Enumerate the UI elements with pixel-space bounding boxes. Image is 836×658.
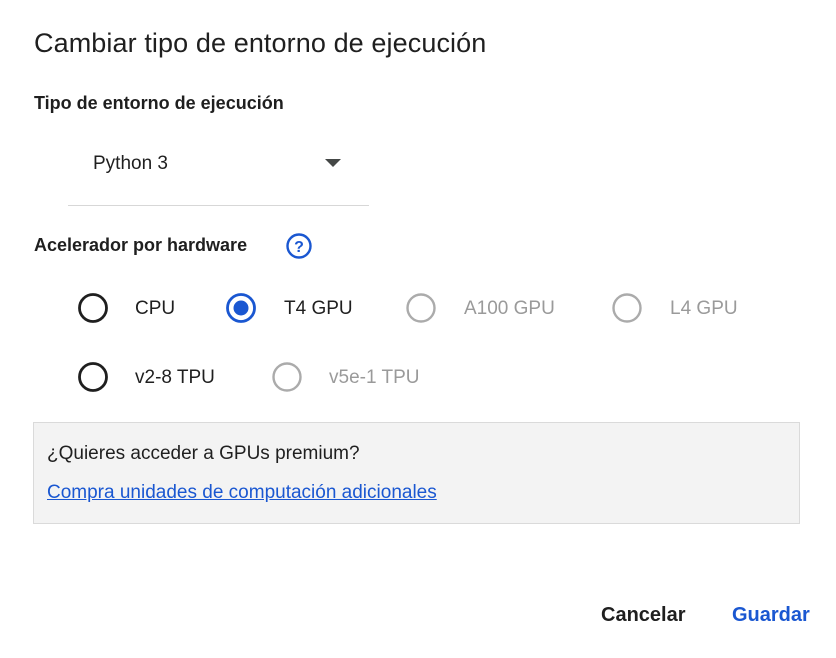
radio-cpu[interactable]: CPU: [77, 292, 197, 326]
dialog-title: Cambiar tipo de entorno de ejecución: [34, 28, 487, 58]
radio-v5e-1-tpu: v5e-1 TPU: [271, 361, 441, 395]
radio-label-l4-gpu: L4 GPU: [670, 298, 738, 319]
radio-unchecked-icon: [406, 293, 436, 323]
dropdown-arrow-icon: [325, 159, 341, 167]
radio-checked-icon: [226, 293, 256, 323]
accelerator-label: Acelerador por hardware: [34, 235, 248, 255]
radio-unchecked-icon: [612, 293, 642, 323]
runtime-dialog: Cambiar tipo de entorno de ejecución Tip…: [0, 0, 836, 658]
radio-label-cpu: CPU: [135, 298, 176, 319]
save-button[interactable]: Guardar: [732, 604, 810, 627]
radio-v2-8-tpu[interactable]: v2-8 TPU: [77, 361, 237, 395]
radio-label-t4-gpu: T4 GPU: [284, 298, 353, 319]
radio-unchecked-icon: [272, 362, 302, 392]
premium-gpu-box: ¿Quieres acceder a GPUs premium? Compra …: [33, 422, 800, 524]
runtime-type-select[interactable]: Python 3: [68, 140, 369, 206]
radio-label-v2-8-tpu: v2-8 TPU: [135, 367, 215, 388]
radio-a100-gpu: A100 GPU: [405, 292, 585, 326]
premium-question: ¿Quieres acceder a GPUs premium?: [47, 443, 360, 464]
radio-unchecked-icon: [78, 362, 108, 392]
radio-label-v5e-1-tpu: v5e-1 TPU: [329, 367, 420, 388]
svg-text:?: ?: [294, 239, 304, 256]
help-circle-icon[interactable]: ?: [286, 233, 312, 259]
radio-unchecked-icon: [78, 293, 108, 323]
radio-l4-gpu: L4 GPU: [611, 292, 761, 326]
buy-compute-units-link[interactable]: Compra unidades de computación adicional…: [47, 482, 437, 504]
radio-t4-gpu[interactable]: T4 GPU: [225, 292, 375, 326]
cancel-button[interactable]: Cancelar: [601, 604, 686, 627]
runtime-type-label: Tipo de entorno de ejecución: [34, 93, 284, 113]
runtime-type-value: Python 3: [93, 153, 168, 174]
radio-label-a100-gpu: A100 GPU: [464, 298, 555, 319]
